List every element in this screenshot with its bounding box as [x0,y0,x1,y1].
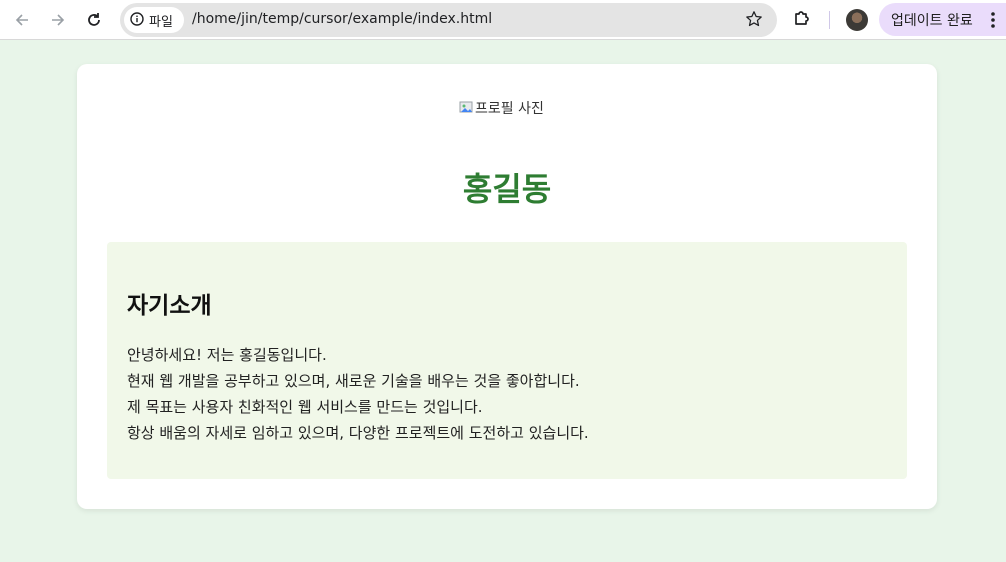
site-info-label: 파일 [149,14,173,30]
address-bar[interactable]: 파일 /home/jin/temp/cursor/example/index.h… [120,3,777,37]
more-vert-icon[interactable] [990,11,996,33]
intro-section: 자기소개 안녕하세요! 저는 홍길동입니다. 현재 웹 개발을 공부하고 있으며… [107,242,907,479]
profile-image: 프로필 사진 [459,98,553,118]
profile-card: 프로필 사진 홍길동 자기소개 안녕하세요! 저는 홍길동입니다. 현재 웹 개… [77,64,937,509]
reload-icon[interactable] [82,8,106,32]
page-title: 홍길동 [462,170,552,208]
intro-line: 안녕하세요! 저는 홍길동입니다. [127,346,327,364]
intro-line: 항상 배움의 자세로 임하고 있으며, 다양한 프로젝트에 도전하고 있습니다. [127,424,589,442]
intro-line: 제 목표는 사용자 친화적인 웹 서비스를 만드는 것입니다. [127,398,483,416]
info-icon [130,11,144,30]
url-text[interactable]: /home/jin/temp/cursor/example/index.html [192,11,492,27]
update-button[interactable]: 업데이트 완료 [879,3,1006,36]
intro-heading: 자기소개 [127,293,212,319]
update-label: 업데이트 완료 [891,12,973,29]
forward-arrow-icon[interactable] [46,8,70,32]
back-arrow-icon[interactable] [10,8,34,32]
broken-image-icon [459,99,473,118]
site-info-chip[interactable]: 파일 [124,7,184,33]
star-icon[interactable] [745,10,763,32]
profile-avatar[interactable] [846,9,868,31]
intro-line: 현재 웹 개발을 공부하고 있으며, 새로운 기술을 배우는 것을 좋아합니다. [127,372,580,390]
profile-image-alt-text: 프로필 사진 [475,101,544,117]
puzzle-icon[interactable] [792,8,812,32]
toolbar-divider [829,11,830,29]
browser-toolbar: 파일 /home/jin/temp/cursor/example/index.h… [0,0,1006,40]
intro-text: 안녕하세요! 저는 홍길동입니다. 현재 웹 개발을 공부하고 있으며, 새로운… [127,342,589,446]
